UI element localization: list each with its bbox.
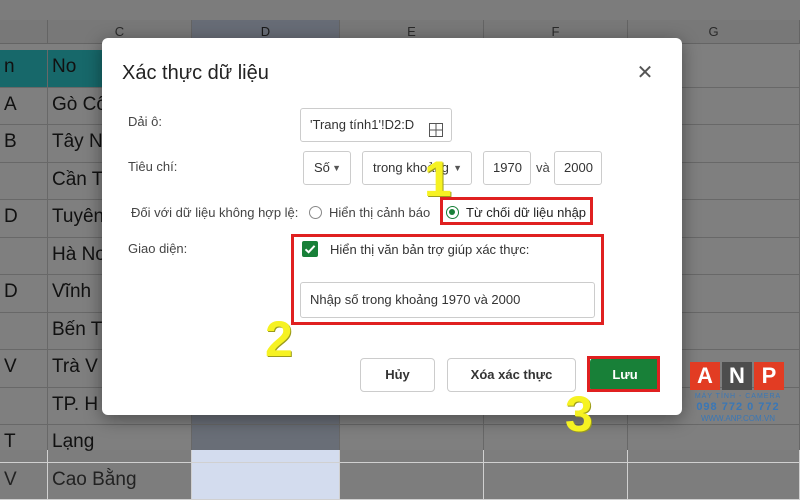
logo-phone: 098 772 0 772: [690, 401, 786, 413]
invalid-data-label: Đối với dữ liệu không hợp lệ:: [131, 205, 298, 220]
close-icon[interactable]: ✕: [634, 62, 656, 84]
logo-letter-n: N: [722, 362, 752, 390]
cell-col-e[interactable]: [340, 463, 484, 500]
logo-website: WWW.ANP.COM.VN: [690, 414, 786, 423]
cell-col-c[interactable]: Cao Bằng: [48, 463, 192, 500]
radio-show-warning[interactable]: [309, 206, 322, 219]
chevron-down-icon: ▼: [453, 152, 462, 184]
range-label: Dải ô:: [128, 114, 162, 129]
step-number-2: 2: [265, 310, 293, 368]
range-value: 'Trang tính1'!D2:D: [310, 117, 414, 132]
criteria-max-input[interactable]: 2000: [554, 151, 602, 185]
cell-col-b[interactable]: V: [0, 463, 48, 500]
criteria-condition-dropdown[interactable]: trong khoảng ▼: [362, 151, 472, 185]
highlight-reject-option: [440, 197, 593, 225]
range-input[interactable]: 'Trang tính1'!D2:D: [300, 108, 452, 142]
highlight-help-text: [291, 234, 604, 325]
highlight-save-button: [587, 356, 660, 392]
step-number-3: 3: [565, 385, 593, 443]
appearance-label: Giao diện:: [128, 241, 187, 256]
logo-tagline: MÁY TÍNH - CAMERA: [690, 393, 786, 400]
cancel-button[interactable]: Hủy: [360, 358, 435, 392]
criteria-min-input[interactable]: 1970: [483, 151, 531, 185]
chevron-down-icon: ▼: [332, 152, 341, 184]
criteria-type-value: Số: [314, 160, 330, 175]
criteria-type-dropdown[interactable]: Số ▼: [303, 151, 351, 185]
criteria-label: Tiêu chí:: [128, 159, 177, 174]
show-warning-label[interactable]: Hiển thị cảnh báo: [329, 205, 430, 220]
dialog-title: Xác thực dữ liệu: [122, 62, 269, 85]
anp-watermark-logo: A N P MÁY TÍNH - CAMERA 098 772 0 772 WW…: [690, 362, 786, 438]
logo-letters: A N P: [690, 362, 786, 390]
criteria-and-label: và: [536, 160, 550, 175]
grid-select-icon[interactable]: [429, 117, 443, 142]
cell-col-f[interactable]: [484, 463, 628, 500]
cell-col-g[interactable]: [628, 463, 800, 500]
logo-letter-a: A: [690, 362, 720, 390]
cell-col-d[interactable]: [192, 463, 340, 500]
remove-validation-button[interactable]: Xóa xác thực: [447, 358, 576, 392]
step-number-1: 1: [424, 150, 452, 208]
logo-letter-p: P: [754, 362, 784, 390]
